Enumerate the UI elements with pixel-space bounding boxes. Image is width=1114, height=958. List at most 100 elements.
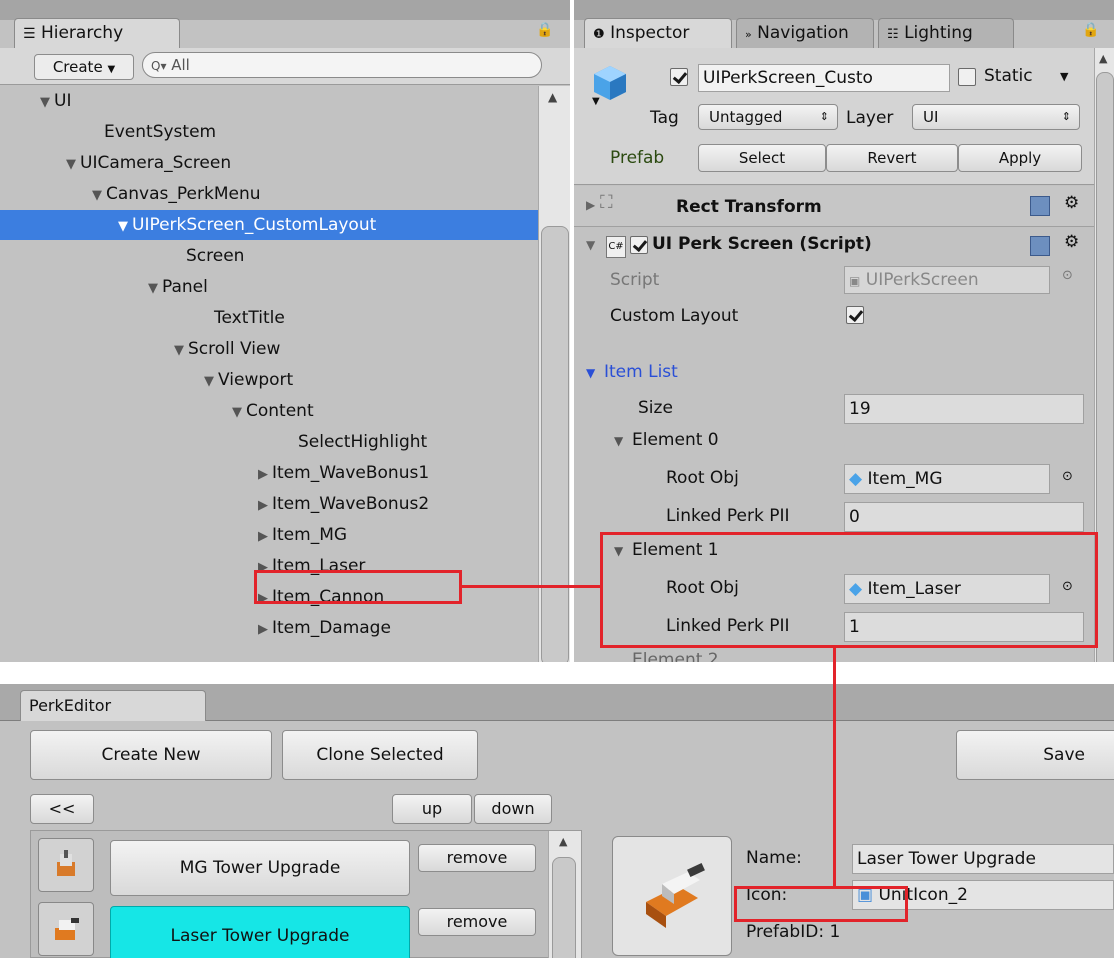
foldout-expanded-icon[interactable]: ▼	[586, 238, 595, 252]
static-checkbox[interactable]	[958, 68, 976, 86]
hierarchy-item-label: Scroll View	[188, 339, 281, 359]
tab-perk-editor[interactable]: PerkEditor	[20, 690, 206, 721]
element0-root-value: Item_MG	[867, 469, 943, 489]
hierarchy-item[interactable]: Screen	[0, 241, 538, 271]
clone-selected-button[interactable]: Clone Selected	[282, 730, 478, 780]
tab-lighting[interactable]: ☷ Lighting	[878, 18, 1014, 48]
foldout-expanded-icon[interactable]: ▼	[148, 274, 162, 304]
foldout-collapsed-icon[interactable]: ▶	[258, 615, 272, 645]
hierarchy-item[interactable]: ▶ Item_MG	[0, 520, 538, 550]
perk-name-button[interactable]: MG Tower Upgrade	[110, 840, 410, 896]
perk-name-field[interactable]: Laser Tower Upgrade	[852, 844, 1114, 874]
hierarchy-item[interactable]: ▶ Item_WaveBonus1	[0, 458, 538, 488]
lock-icon[interactable]: 🔒	[536, 22, 553, 38]
hierarchy-item-label: Item_Damage	[272, 618, 391, 638]
inspector-tabbar	[574, 0, 1114, 20]
hierarchy-item[interactable]: SelectHighlight	[0, 427, 538, 457]
tab-hierarchy[interactable]: ☰ Hierarchy	[14, 18, 180, 48]
layer-dropdown[interactable]: UI ⇕	[912, 104, 1080, 130]
foldout-expanded-icon[interactable]: ▼	[204, 367, 218, 397]
hierarchy-item[interactable]: ▼ UI	[0, 86, 538, 116]
down-button[interactable]: down	[474, 794, 552, 824]
prefab-select-button[interactable]: Select	[698, 144, 826, 172]
gear-icon[interactable]: ⚙	[1064, 232, 1079, 252]
foldout-expanded-icon[interactable]: ▼	[40, 88, 54, 118]
perk-list-item[interactable]: Laser Tower Upgrade remove	[38, 902, 558, 958]
layer-value: UI	[923, 108, 939, 126]
name-label: Name:	[746, 848, 802, 868]
scroll-up-icon[interactable]: ▲	[548, 90, 557, 104]
lock-icon[interactable]: 🔒	[1082, 22, 1099, 38]
hierarchy-scrollbar[interactable]: ▲	[538, 86, 570, 662]
inspector-scroll-thumb[interactable]	[1096, 72, 1114, 662]
hierarchy-item[interactable]: ▼ UIPerkScreen_CustomLayout	[0, 210, 538, 240]
search-input[interactable]: Q▾ All	[142, 52, 542, 78]
hierarchy-item[interactable]: ▼ UICamera_Screen	[0, 148, 538, 178]
hierarchy-item[interactable]: ▼ Canvas_PerkMenu	[0, 179, 538, 209]
rect-transform-header[interactable]	[574, 186, 1094, 227]
perk-name-button-selected[interactable]: Laser Tower Upgrade	[110, 906, 410, 958]
scroll-up-icon[interactable]: ▲	[559, 835, 567, 848]
prefab-revert-button[interactable]: Revert	[826, 144, 958, 172]
foldout-expanded-icon[interactable]: ▼	[92, 181, 106, 211]
scroll-up-icon[interactable]: ▲	[1099, 52, 1107, 65]
script-icon: ▣	[849, 274, 861, 288]
hierarchy-item-label: Canvas_PerkMenu	[106, 184, 261, 204]
object-picker-icon[interactable]: ⊙	[1062, 469, 1073, 484]
foldout-collapsed-icon[interactable]: ▶	[586, 198, 595, 212]
up-button[interactable]: up	[392, 794, 472, 824]
size-field[interactable]: 19	[844, 394, 1084, 424]
custom-layout-checkbox[interactable]	[846, 306, 864, 324]
element0-fold-icon[interactable]: ▼	[614, 434, 623, 448]
create-new-button[interactable]: Create New	[30, 730, 272, 780]
hierarchy-item-content: ▼ UI	[40, 86, 71, 118]
tab-inspector[interactable]: ❶ Inspector	[584, 18, 732, 48]
chevron-down-icon: ▼	[107, 64, 116, 75]
foldout-collapsed-icon[interactable]: ▶	[258, 491, 272, 521]
object-name-field[interactable]: UIPerkScreen_Custo	[698, 64, 950, 92]
hierarchy-item[interactable]: ▼ Panel	[0, 272, 538, 302]
cube-dropdown-icon[interactable]: ▼	[592, 96, 600, 107]
static-dropdown-icon[interactable]: ▼	[1060, 70, 1068, 83]
remove-button[interactable]: remove	[418, 908, 536, 936]
perk-list-item[interactable]: MG Tower Upgrade remove	[38, 834, 558, 898]
remove-button[interactable]: remove	[418, 844, 536, 872]
custom-layout-label: Custom Layout	[610, 306, 739, 326]
hierarchy-item[interactable]: ▼ Viewport	[0, 365, 538, 395]
create-dropdown[interactable]: Create ▼	[34, 54, 134, 80]
gear-icon[interactable]: ⚙	[1064, 193, 1079, 213]
tag-dropdown[interactable]: Untagged ⇕	[698, 104, 838, 130]
item-list-fold-icon[interactable]: ▼	[586, 366, 595, 380]
prev-button[interactable]: <<	[30, 794, 94, 824]
mg-tower-icon	[38, 838, 94, 892]
help-book-icon[interactable]	[1030, 236, 1050, 256]
foldout-collapsed-icon[interactable]: ▶	[258, 522, 272, 552]
prefab-apply-button[interactable]: Apply	[958, 144, 1082, 172]
script-enabled-checkbox[interactable]	[630, 236, 648, 254]
object-picker-icon[interactable]: ⊙	[1062, 268, 1073, 283]
hierarchy-item[interactable]: ▶ Item_Damage	[0, 613, 538, 643]
perk-list-scrollbar[interactable]: ▲	[548, 831, 581, 958]
element0-pid-field[interactable]: 0	[844, 502, 1084, 532]
foldout-expanded-icon[interactable]: ▼	[118, 212, 132, 242]
hierarchy-item[interactable]: ▼ Content	[0, 396, 538, 426]
hierarchy-item-label: UIPerkScreen_CustomLayout	[132, 215, 377, 235]
element0-root-field[interactable]: ◆ Item_MG	[844, 464, 1050, 494]
perk-list-scroll-thumb[interactable]	[552, 857, 576, 958]
help-book-icon[interactable]	[1030, 196, 1050, 216]
save-button[interactable]: Save	[956, 730, 1114, 780]
tab-navigation[interactable]: » Navigation	[736, 18, 874, 48]
active-checkbox[interactable]	[670, 68, 688, 86]
foldout-collapsed-icon[interactable]: ▶	[258, 460, 272, 490]
hierarchy-item[interactable]: ▼ Scroll View	[0, 334, 538, 364]
hierarchy-item[interactable]: ▶ Item_WaveBonus2	[0, 489, 538, 519]
foldout-expanded-icon[interactable]: ▼	[66, 150, 80, 180]
hierarchy-scroll-thumb[interactable]	[541, 226, 569, 662]
item-list-label[interactable]: Item List	[604, 362, 678, 382]
hierarchy-item[interactable]: TextTitle	[0, 303, 538, 333]
connector-hierarchy-inspector	[462, 585, 602, 588]
hierarchy-item[interactable]: EventSystem	[0, 117, 538, 147]
foldout-expanded-icon[interactable]: ▼	[174, 336, 188, 366]
foldout-expanded-icon[interactable]: ▼	[232, 398, 246, 428]
updown-icon: ⇕	[819, 110, 829, 123]
